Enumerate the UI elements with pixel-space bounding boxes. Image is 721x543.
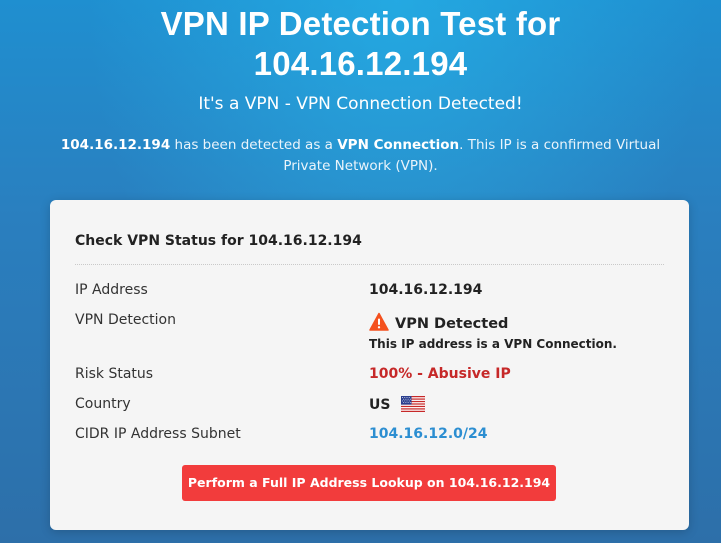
page-title: VPN IP Detection Test for 104.16.12.194 bbox=[0, 4, 721, 84]
warning-icon bbox=[369, 312, 389, 331]
vpn-status-card: Check VPN Status for 104.16.12.194 IP Ad… bbox=[50, 200, 689, 530]
page-title-line-2: 104.16.12.194 bbox=[253, 45, 468, 82]
desc-ip: 104.16.12.194 bbox=[60, 137, 171, 153]
vpn-detection-value-wrap: VPN Detected bbox=[369, 312, 508, 332]
vpn-detection-note: This IP address is a VPN Connection. bbox=[369, 337, 617, 351]
hero-section: VPN IP Detection Test for 104.16.12.194 … bbox=[0, 0, 721, 177]
full-lookup-button[interactable]: Perform a Full IP Address Lookup on 104.… bbox=[182, 465, 556, 501]
detection-description: 104.16.12.194 has been detected as a VPN… bbox=[41, 135, 681, 177]
card-title: Check VPN Status for 104.16.12.194 bbox=[75, 233, 362, 249]
vpn-detection-value: VPN Detected bbox=[395, 316, 509, 332]
country-value-wrap: US bbox=[369, 396, 426, 413]
card-divider bbox=[75, 264, 664, 265]
country-label: Country bbox=[75, 396, 131, 412]
page-title-line-1: VPN IP Detection Test for bbox=[160, 5, 561, 42]
ip-address-label: IP Address bbox=[75, 282, 148, 298]
ip-address-value: 104.16.12.194 bbox=[369, 282, 483, 298]
us-flag-icon bbox=[401, 396, 426, 412]
cidr-label: CIDR IP Address Subnet bbox=[75, 426, 241, 442]
risk-status-value: 100% - Abusive IP bbox=[369, 366, 511, 382]
country-value: US bbox=[369, 397, 391, 413]
vpn-detection-label: VPN Detection bbox=[75, 312, 176, 328]
risk-status-label: Risk Status bbox=[75, 366, 154, 382]
page-subtitle: It's a VPN - VPN Connection Detected! bbox=[198, 94, 523, 114]
desc-mid: has been detected as a bbox=[174, 137, 333, 153]
cidr-link[interactable]: 104.16.12.0/24 bbox=[369, 426, 487, 442]
desc-type: VPN Connection bbox=[337, 137, 460, 153]
